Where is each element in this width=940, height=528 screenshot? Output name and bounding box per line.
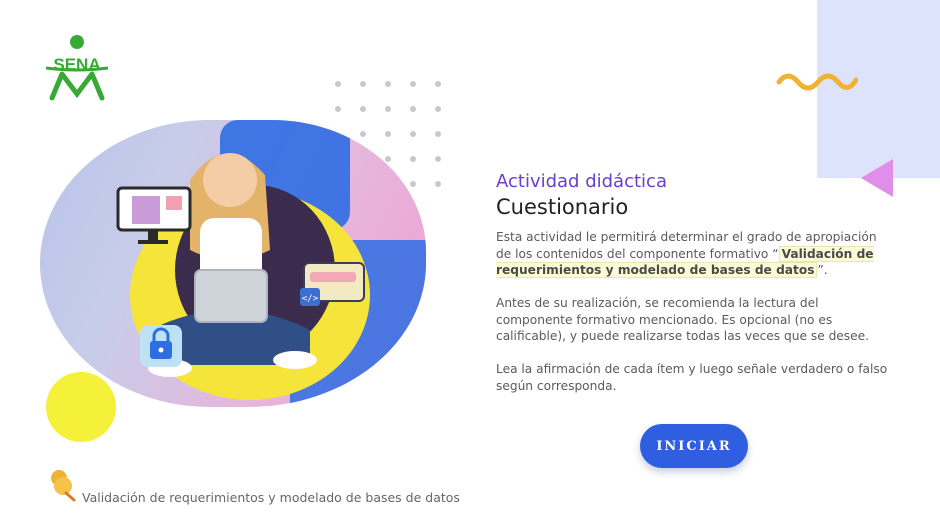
hero-illustration: </> [40, 120, 426, 407]
wave-icon [776, 73, 858, 91]
footer-component-name: Validación de requerimientos y modelado … [82, 490, 460, 505]
page-title: Cuestionario [496, 195, 629, 219]
activity-eyebrow: Actividad didáctica [496, 171, 667, 192]
decor-pink-triangle [861, 159, 893, 197]
intro-paragraph: Esta actividad le permitirá determinar e… [496, 229, 894, 279]
svg-text:</>: </> [302, 294, 319, 304]
instructions-paragraph: Lea la afirmación de cada ítem y luego s… [496, 362, 888, 393]
pin-icon [51, 470, 76, 502]
sena-logo-icon: SENA [45, 35, 109, 101]
hero-scene: </> [116, 120, 426, 407]
decor-yellow-circle [46, 372, 116, 442]
code-window: </> [300, 262, 365, 306]
laptop-icon [194, 269, 268, 323]
recommendation-paragraph: Antes de su realización, se recomienda l… [496, 296, 870, 344]
lock-icon [140, 325, 182, 367]
intro-text-end: ”. [817, 263, 828, 278]
start-button[interactable]: INICIAR [640, 424, 748, 468]
